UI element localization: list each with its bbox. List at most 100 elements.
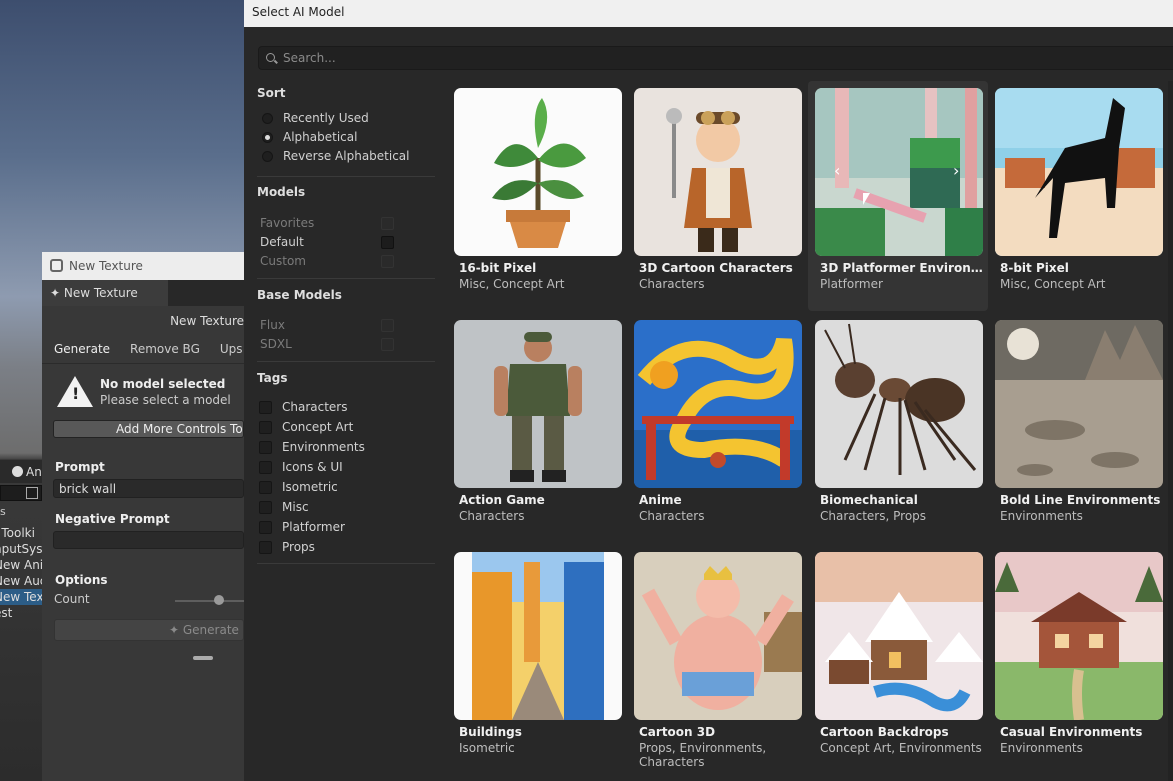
model-thumbnail [634, 88, 802, 256]
checkbox[interactable] [259, 461, 272, 474]
checkbox[interactable] [259, 501, 272, 514]
tag-filter[interactable]: Environments [244, 437, 436, 457]
model-thumbnail [995, 552, 1163, 720]
tag-label: Isometric [282, 480, 338, 494]
project-search-field[interactable] [0, 485, 42, 501]
model-card[interactable]: Anime Characters [627, 313, 807, 543]
model-card[interactable]: 3D Cartoon Characters Characters [627, 81, 807, 311]
model-filter-label: Favorites [260, 216, 315, 230]
model-thumbnail [454, 88, 622, 256]
radio-button[interactable] [262, 132, 273, 143]
tab-upscale[interactable]: Ups [220, 342, 243, 356]
search-placeholder: Search... [283, 51, 336, 65]
moon-craters-image [995, 320, 1163, 488]
texture-window-titlebar: New Texture [42, 252, 244, 280]
model-card[interactable]: Bold Line Environments Environments [988, 313, 1168, 543]
model-filter-label: Default [260, 235, 304, 249]
model-card-tags: Misc, Concept Art [1000, 277, 1106, 291]
sort-option[interactable]: Recently Used [244, 109, 436, 128]
base-model-filter: SDXL [244, 335, 436, 354]
steampunk-boy-image [634, 88, 802, 256]
project-asset-list: I ToolkinputSysNew AniNew AucNew Texest [0, 525, 42, 621]
model-card-tags: Props, Environments, Characters [639, 741, 767, 769]
negative-prompt-input[interactable] [53, 531, 244, 549]
tab-new-texture[interactable]: ✦ New Texture [42, 280, 168, 306]
tag-label: Icons & UI [282, 460, 343, 474]
project-asset-item[interactable]: I Toolki [0, 525, 42, 541]
snowy-village-image [815, 552, 983, 720]
tag-filter[interactable]: Misc [244, 497, 436, 517]
prev-arrow-icon[interactable]: ‹ [834, 161, 840, 180]
divider [257, 563, 435, 564]
tag-label: Characters [282, 400, 348, 414]
model-card[interactable]: Action Game Characters [447, 313, 627, 543]
checkbox[interactable] [259, 541, 272, 554]
model-card[interactable]: Casual Environments Environments [988, 545, 1168, 775]
model-card-title: Cartoon 3D [639, 725, 716, 739]
model-card[interactable]: Biomechanical Characters, Props [808, 313, 988, 543]
model-card[interactable]: Buildings Isometric [447, 545, 627, 775]
model-card[interactable]: Cartoon Backdrops Concept Art, Environmen… [808, 545, 988, 775]
project-asset-item[interactable]: New Auc [0, 573, 42, 589]
radio-button[interactable] [262, 151, 273, 162]
model-thumbnail [454, 552, 622, 720]
animation-tab[interactable]: An [0, 459, 45, 483]
model-card[interactable]: 8-bit Pixel Misc, Concept Art [988, 81, 1168, 311]
model-card[interactable]: 16-bit Pixel Misc, Concept Art [447, 81, 627, 311]
tag-filter[interactable]: Platformer [244, 517, 436, 537]
project-asset-item[interactable]: nputSys [0, 541, 42, 557]
project-label: s [0, 505, 6, 518]
divider [257, 278, 435, 279]
sort-option[interactable]: Reverse Alphabetical [244, 147, 436, 166]
checkbox[interactable] [381, 236, 394, 249]
tag-filter[interactable]: Concept Art [244, 417, 436, 437]
tab-remove-bg[interactable]: Remove BG [130, 342, 200, 356]
count-slider-knob[interactable] [214, 595, 224, 605]
checkbox[interactable] [259, 481, 272, 494]
filter-sidebar: Sort Recently Used Alphabetical Reverse Al… [244, 78, 436, 564]
sort-option[interactable]: Alphabetical [244, 128, 436, 147]
model-thumbnail [815, 320, 983, 488]
checkbox[interactable] [259, 521, 272, 534]
scrollbar[interactable] [1168, 81, 1173, 781]
tag-filter[interactable]: Characters [244, 397, 436, 417]
filter-icon [26, 487, 38, 499]
model-card-title: Anime [639, 493, 682, 507]
tab-generate[interactable]: Generate [54, 342, 110, 356]
prompt-input[interactable]: brick wall [53, 479, 244, 498]
sort-option-label: Recently Used [283, 111, 369, 125]
checkbox[interactable] [259, 401, 272, 414]
pixel-plant-image [454, 88, 622, 256]
project-asset-item[interactable]: New Tex [0, 589, 42, 605]
generate-button[interactable]: ✦ Generate [54, 619, 244, 641]
tag-filter[interactable]: Icons & UI [244, 457, 436, 477]
model-filter[interactable]: Default [244, 233, 436, 252]
model-thumbnail [454, 320, 622, 488]
project-asset-item[interactable]: est [0, 605, 42, 621]
resize-handle[interactable] [193, 656, 213, 660]
model-card-tags: Concept Art, Environments [820, 741, 982, 755]
search-icon [266, 53, 275, 62]
asset-name-label: New Texture [170, 314, 244, 328]
tag-filter[interactable]: Props [244, 537, 436, 557]
tag-filter[interactable]: Isometric [244, 477, 436, 497]
model-card-tags: Characters, Props [820, 509, 927, 523]
search-input[interactable]: Search... [258, 46, 1173, 70]
model-card[interactable]: ‹ › 3D Platformer Environme... Platformer [808, 81, 988, 311]
model-card-tags: Isometric [459, 741, 515, 755]
no-model-warning: ! No model selected Please select a mode… [42, 364, 244, 416]
add-more-controls-button[interactable]: Add More Controls To P [53, 420, 244, 438]
divider [257, 361, 435, 362]
warning-title: No model selected [100, 377, 226, 391]
project-asset-item[interactable]: New Ani [0, 557, 42, 573]
model-card-tags: Misc, Concept Art [459, 277, 565, 291]
select-ai-model-window: Select AI Model Search... Sort Recently … [244, 0, 1173, 781]
next-arrow-icon[interactable]: › [953, 161, 959, 180]
checkbox[interactable] [259, 441, 272, 454]
model-card-title: Buildings [459, 725, 522, 739]
tags-title: Tags [257, 371, 288, 385]
tag-label: Environments [282, 440, 365, 454]
checkbox[interactable] [259, 421, 272, 434]
model-card[interactable]: Cartoon 3D Props, Environments, Character… [627, 545, 807, 775]
radio-button[interactable] [262, 113, 273, 124]
